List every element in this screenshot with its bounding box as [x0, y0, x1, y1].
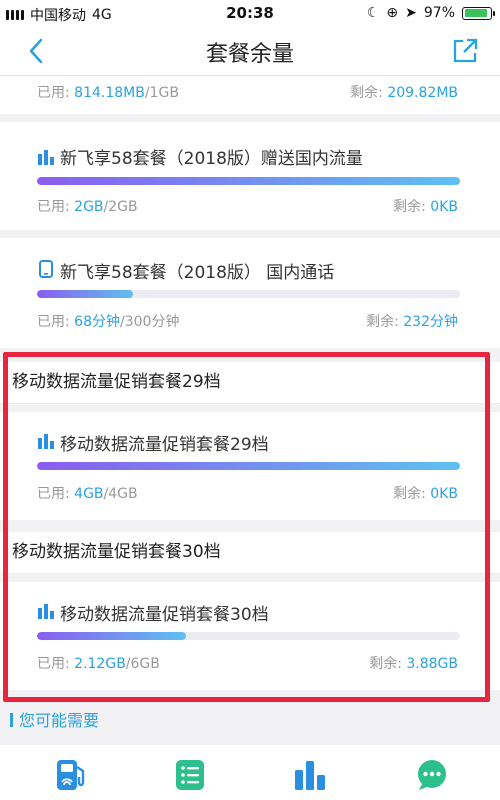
moon-icon: ☾ — [366, 5, 380, 21]
item-title: 移动数据流量促销套餐29档 — [60, 435, 269, 455]
list-icon — [176, 760, 204, 790]
progress-fill — [37, 177, 460, 185]
progress-bar — [37, 290, 460, 298]
progress-fill — [37, 290, 133, 298]
share-button[interactable] — [450, 36, 480, 66]
location-icon: ➤ — [405, 5, 417, 21]
tab-service[interactable] — [414, 757, 450, 793]
you-may-need-heading: 您可能需要 — [10, 707, 99, 731]
bottom-tab-bar — [0, 745, 500, 800]
gas-station-wifi-icon — [57, 760, 85, 790]
section-header: 移动数据流量促销套餐29档 — [0, 362, 500, 404]
used-row: 已用: 4GB/4GB — [37, 486, 138, 502]
tab-usage[interactable] — [292, 757, 328, 793]
nav-bar: 套餐余量 — [0, 28, 500, 76]
list-item: 新飞享58套餐（2018版） 国内通话 已用: 68分钟/300分钟 剩余: 2… — [0, 238, 500, 348]
item-title: 新飞享58套餐（2018版）赠送国内流量 — [60, 149, 363, 169]
status-bar: 中国移动 4G 20:38 ☾ ⊕ ➤ 97% — [0, 0, 500, 28]
progress-fill — [37, 462, 460, 470]
battery-percent: 97% — [423, 5, 455, 21]
used-row: 已用: 2GB/2GB — [37, 199, 138, 215]
progress-bar — [37, 462, 460, 470]
item-title: 移动数据流量促销套餐30档 — [60, 605, 269, 625]
progress-bar — [37, 177, 460, 185]
bar-chart-icon — [38, 150, 54, 165]
lock-rotation-icon: ⊕ — [386, 5, 399, 21]
remain-row: 剩余: 0KB — [393, 486, 458, 502]
progress-bar — [37, 632, 460, 640]
used-row: 已用: 68分钟/300分钟 — [37, 314, 180, 330]
battery-icon — [462, 6, 495, 20]
remain-row: 剩余: 3.88GB — [369, 656, 458, 672]
list-item: 移动数据流量促销套餐30档 已用: 2.12GB/6GB 剩余: 3.88GB — [0, 582, 500, 690]
bar-chart-icon — [38, 604, 54, 619]
chat-bubble-icon — [418, 760, 446, 790]
list-item: 新飞享58套餐（2018版）赠送国内流量 已用: 2GB/2GB 剩余: 0KB — [0, 122, 500, 230]
list-item: 已用: 814.18MB/1GB 剩余: 209.82MB — [0, 76, 500, 114]
remain-row: 剩余: 0KB — [393, 199, 458, 215]
bar-chart-icon — [38, 434, 54, 449]
tab-recharge[interactable] — [52, 757, 88, 793]
used-row: 已用: 2.12GB/6GB — [37, 656, 160, 672]
share-external-icon — [453, 38, 478, 63]
tab-bills[interactable] — [172, 757, 208, 793]
phone-icon — [39, 260, 53, 278]
section-header: 移动数据流量促销套餐30档 — [0, 532, 500, 574]
page-title: 套餐余量 — [205, 42, 294, 67]
status-right: ☾ ⊕ ➤ 97% — [366, 5, 495, 21]
remain-row: 剩余: 209.82MB — [350, 85, 458, 101]
progress-fill — [37, 632, 187, 640]
list-item: 移动数据流量促销套餐29档 已用: 4GB/4GB 剩余: 0KB — [0, 412, 500, 520]
item-title: 新飞享58套餐（2018版） 国内通话 — [60, 263, 335, 283]
remain-row: 剩余: 232分钟 — [366, 314, 458, 330]
used-row: 已用: 814.18MB/1GB — [37, 85, 179, 101]
bar-chart-icon — [295, 761, 325, 790]
